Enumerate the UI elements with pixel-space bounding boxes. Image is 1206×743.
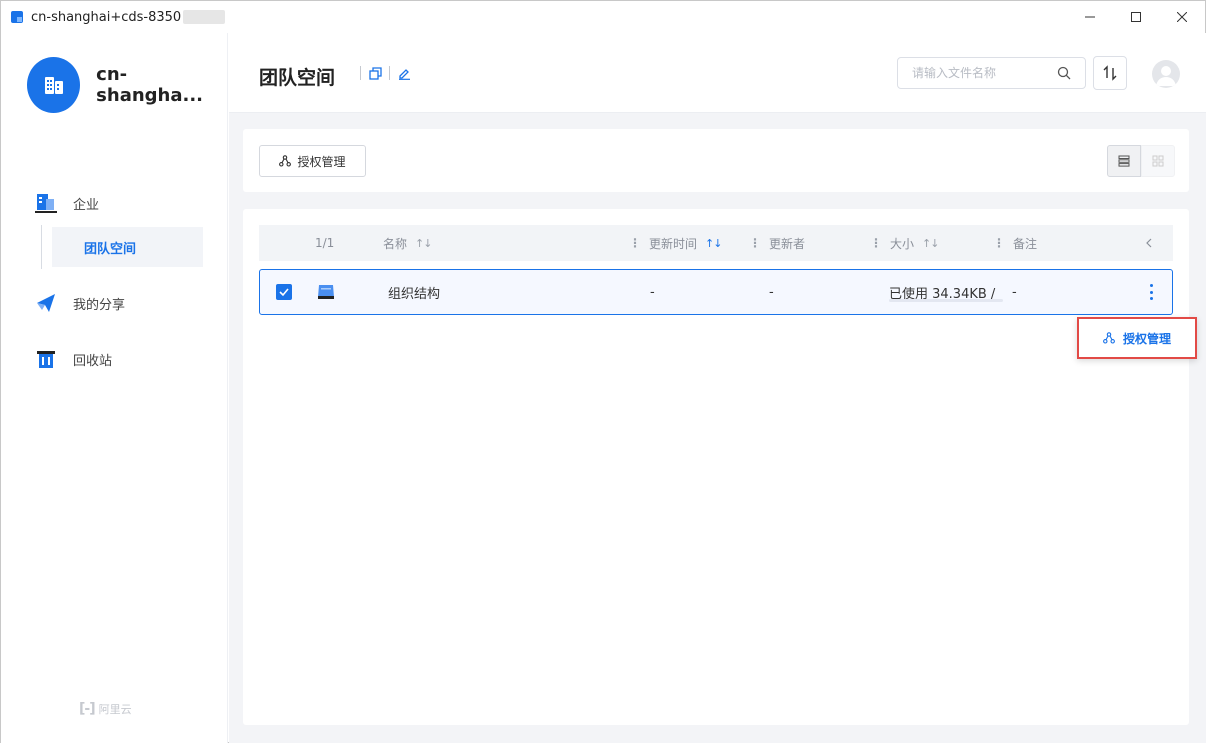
maximize-icon	[1131, 12, 1141, 22]
more-dot	[1149, 284, 1153, 287]
collapse-columns-button[interactable]	[1145, 225, 1153, 261]
chevron-left-icon	[1146, 238, 1152, 248]
grid-view-icon	[1152, 155, 1164, 167]
window-controls	[1067, 1, 1205, 33]
building-icon	[44, 77, 63, 94]
context-menu-auth-management[interactable]: 授权管理	[1077, 317, 1197, 359]
search-input[interactable]	[912, 66, 1052, 80]
view-toggle	[1107, 145, 1175, 177]
sidebar-item-label: 回收站	[73, 353, 113, 369]
column-resize-handle[interactable]: ⋮	[749, 236, 761, 250]
file-note: -	[1012, 284, 1017, 300]
aliyun-logo-mark: [-]	[79, 701, 96, 717]
sidebar-item-enterprise[interactable]: 企业	[1, 183, 228, 223]
brand: cn-shangha...	[27, 57, 227, 113]
title-bar: cn-shanghai+cds-8350	[1, 1, 1205, 33]
column-note[interactable]: ⋮ 备注	[993, 225, 1037, 261]
sidebar: cn-shangha... 企业 团队空间 我的分享 回收站 [-] 阿里云	[1, 33, 228, 743]
column-updated-time[interactable]: ⋮ 更新时间 ↑↓	[629, 225, 722, 261]
file-updated-time: -	[650, 284, 655, 300]
title-actions	[353, 66, 411, 80]
column-resize-handle[interactable]: ⋮	[870, 236, 882, 250]
brand-avatar	[27, 57, 81, 113]
maximize-button[interactable]	[1113, 1, 1159, 33]
user-avatar[interactable]	[1152, 60, 1180, 88]
copy-icon[interactable]	[368, 66, 382, 80]
more-actions-button[interactable]	[1144, 282, 1158, 302]
more-dot	[1149, 290, 1153, 294]
more-dot	[1149, 297, 1153, 300]
column-label: 更新时间	[649, 236, 698, 251]
sidebar-item-label: 我的分享	[73, 297, 126, 313]
window-title: cn-shanghai+cds-8350	[31, 9, 182, 25]
column-label: 大小	[890, 236, 915, 251]
close-icon	[1177, 12, 1187, 22]
sidebar-item-label: 企业	[73, 197, 100, 213]
auth-management-label: 授权管理	[297, 154, 346, 169]
minimize-icon	[1085, 16, 1095, 18]
main-area: 团队空间 请输入文件名称 授权管理 1/1 名称 ↑↓ ⋮ 更新时间 ↑↓ ⋮ …	[229, 33, 1206, 743]
column-resize-handle[interactable]: ⋮	[993, 236, 1005, 250]
file-updater: -	[769, 284, 774, 300]
column-label: 更新者	[769, 236, 806, 251]
list-view-button[interactable]	[1107, 145, 1141, 177]
auth-management-button[interactable]: 授权管理	[259, 145, 366, 177]
aliyun-logo: [-] 阿里云	[79, 701, 132, 717]
column-size[interactable]: ⋮ 大小 ↑↓	[870, 225, 939, 261]
share-network-icon	[279, 155, 292, 167]
check-icon	[279, 288, 289, 297]
column-updater[interactable]: ⋮ 更新者	[749, 225, 805, 261]
grid-view-button[interactable]	[1141, 145, 1175, 177]
file-list: 1/1 名称 ↑↓ ⋮ 更新时间 ↑↓ ⋮ 更新者 ⋮ 大小 ↑↓ ⋮ 备注 组…	[243, 209, 1189, 725]
sidebar-item-team-space[interactable]: 团队空间	[52, 227, 203, 267]
sidebar-item-my-share[interactable]: 我的分享	[1, 283, 228, 323]
list-view-icon	[1118, 155, 1130, 167]
aliyun-logo-text: 阿里云	[98, 703, 132, 716]
column-resize-handle[interactable]: ⋮	[629, 236, 641, 250]
user-icon	[1156, 66, 1176, 86]
edit-icon[interactable]	[397, 66, 411, 80]
page-header: 团队空间	[229, 33, 1206, 113]
file-size: 已使用 34.34KB /	[889, 286, 996, 302]
row-checkbox[interactable]	[276, 270, 292, 314]
column-label: 名称	[383, 236, 408, 251]
checkbox-checked[interactable]	[276, 284, 292, 300]
column-label: 备注	[1013, 236, 1038, 251]
trash-icon	[35, 348, 57, 370]
sidebar-subnav: 团队空间	[41, 225, 228, 269]
table-row[interactable]: 组织结构 - - 已使用 34.34KB / -	[259, 269, 1173, 315]
usage-bar	[889, 299, 1003, 302]
share-plane-icon	[35, 292, 57, 314]
search-box	[897, 57, 1086, 89]
subnav-divider	[41, 225, 42, 269]
brand-name: cn-shangha...	[96, 64, 204, 106]
toolbar: 授权管理	[243, 129, 1189, 192]
context-menu-label: 授权管理	[1122, 331, 1171, 346]
file-name[interactable]: 组织结构	[388, 270, 440, 314]
sort-button[interactable]	[1093, 56, 1127, 90]
divider	[360, 66, 361, 80]
page-title: 团队空间	[259, 67, 336, 89]
sidebar-item-recycle-bin[interactable]: 回收站	[1, 339, 228, 379]
column-name[interactable]: 名称 ↑↓	[383, 225, 432, 261]
sort-icon[interactable]: ↑↓	[415, 237, 432, 250]
search-icon[interactable]	[1057, 66, 1071, 80]
drive-icon	[316, 270, 336, 314]
redacted-text	[183, 10, 226, 24]
app-logo-icon	[11, 11, 23, 23]
sort-icon	[1103, 65, 1117, 81]
close-button[interactable]	[1159, 1, 1205, 33]
app-window: cn-shanghai+cds-8350 cn-shangha... 企业 团队…	[0, 0, 1206, 743]
minimize-button[interactable]	[1067, 1, 1113, 33]
sidebar-nav: 企业 团队空间 我的分享 回收站	[1, 183, 228, 379]
sort-icon[interactable]: ↑↓	[922, 237, 939, 250]
column-count: 1/1	[315, 236, 335, 250]
share-network-icon	[1103, 332, 1115, 344]
divider	[389, 66, 390, 80]
sort-icon[interactable]: ↑↓	[705, 237, 722, 250]
table-header: 1/1 名称 ↑↓ ⋮ 更新时间 ↑↓ ⋮ 更新者 ⋮ 大小 ↑↓ ⋮ 备注	[259, 225, 1173, 261]
building-icon	[35, 192, 57, 214]
